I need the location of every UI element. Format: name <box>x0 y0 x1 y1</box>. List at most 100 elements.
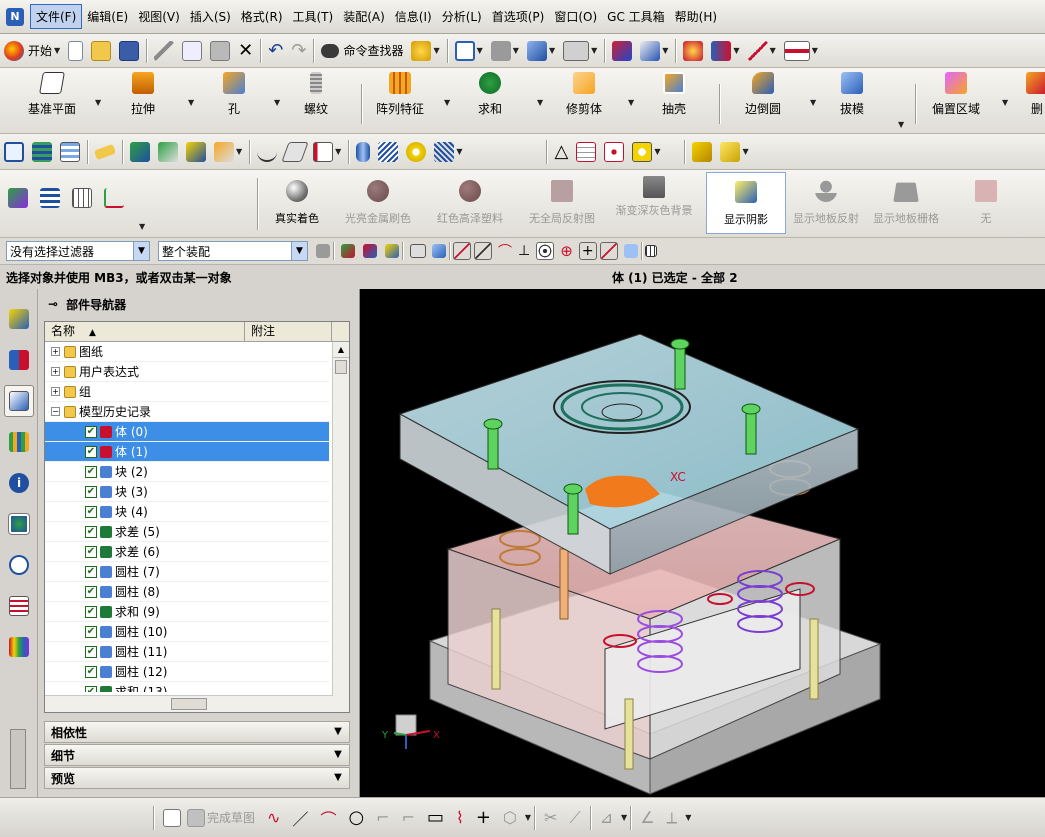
menu-info[interactable]: 信息(I) <box>390 5 437 28</box>
tool-3-button[interactable] <box>57 138 83 166</box>
save-button[interactable] <box>116 37 142 65</box>
assembly-filter-icon[interactable] <box>316 244 330 258</box>
hd3d-tools-tab[interactable]: i <box>4 467 34 499</box>
render-gradient-bg-button[interactable]: 渐变深灰色背景 <box>614 172 694 234</box>
sketch-icon[interactable] <box>163 808 181 827</box>
select-face-icon[interactable] <box>410 244 426 258</box>
open-button[interactable] <box>88 37 114 65</box>
background-button[interactable]: ▼ <box>560 37 600 65</box>
visibility-checkbox[interactable]: ✔ <box>85 625 97 638</box>
scroll-thumb[interactable] <box>335 360 347 374</box>
assembly-navigator-tab[interactable] <box>4 303 34 335</box>
dimension-constraint-icon[interactable]: ⟂ <box>667 808 678 828</box>
tool-7-button[interactable] <box>183 138 209 166</box>
history-item[interactable]: ✔ 体 (0) <box>45 422 329 442</box>
arc-icon[interactable]: ⌒ <box>320 806 336 830</box>
expand-toggle-icon[interactable]: − <box>51 407 60 416</box>
paste-button[interactable] <box>207 37 233 65</box>
render-none-button[interactable]: 无 <box>946 172 1026 234</box>
check-tool-icon[interactable] <box>8 188 28 208</box>
snap-face-point-icon[interactable] <box>623 244 638 258</box>
rectangle-icon[interactable]: ▭ <box>427 807 444 828</box>
tool-2-button[interactable] <box>29 138 55 166</box>
menu-window[interactable]: 窗口(O) <box>549 5 602 28</box>
datum-plane-button[interactable]: 基准平面 <box>22 72 82 128</box>
history-item[interactable]: ✔ 圆柱 (8) <box>45 582 329 602</box>
circle-icon[interactable]: ○ <box>348 807 364 828</box>
history-item[interactable]: ✔ 求差 (5) <box>45 522 329 542</box>
quick-extend-icon[interactable]: ⟋ <box>569 808 580 828</box>
command-finder-button[interactable]: 命令查找器 <box>318 37 406 65</box>
tool-6-button[interactable] <box>155 138 181 166</box>
menu-format[interactable]: 格式(R) <box>236 5 288 28</box>
history-item[interactable]: ✔ 圆柱 (10) <box>45 622 329 642</box>
visibility-checkbox[interactable]: ✔ <box>85 545 97 558</box>
rotate-view-button[interactable]: ▼ <box>488 37 522 65</box>
tool-18-button[interactable] <box>601 138 627 166</box>
column-note-header[interactable]: 附注 <box>245 322 332 341</box>
menu-analysis[interactable]: 分析(L) <box>437 5 487 28</box>
orient-view-button[interactable] <box>609 37 635 65</box>
trim-body-button[interactable]: 修剪体 <box>556 72 612 128</box>
edge-blend-button[interactable]: 边倒圆 <box>738 72 788 128</box>
hscroll-thumb[interactable] <box>171 698 207 710</box>
offset-region-button[interactable]: 偏置区域 <box>926 72 986 128</box>
gc-tool-button[interactable] <box>680 37 706 65</box>
graphics-window[interactable]: XC X Y <box>360 289 1045 797</box>
render-no-reflection-button[interactable]: 无全局反射图 <box>522 172 602 234</box>
tool-19-button[interactable]: ▼ <box>629 138 663 166</box>
type-filter-select[interactable]: 没有选择过滤器 ▼ <box>6 241 150 261</box>
history-tab[interactable] <box>4 549 34 581</box>
visibility-checkbox[interactable]: ✔ <box>85 585 97 598</box>
hole-button[interactable]: 孔 <box>214 72 254 128</box>
details-panel[interactable]: 细节 ▼ <box>44 744 350 766</box>
expand-toggle-icon[interactable]: + <box>51 387 60 396</box>
delete-button[interactable]: ✕ <box>235 37 256 65</box>
point-icon[interactable]: + <box>476 807 491 828</box>
tree-node[interactable]: + 用户表达式 <box>45 362 329 382</box>
unite-button[interactable]: 求和 <box>468 72 512 128</box>
visibility-checkbox[interactable]: ✔ <box>85 525 97 538</box>
tool-20-button[interactable] <box>689 138 715 166</box>
snap-midpoint-icon[interactable] <box>385 244 399 258</box>
process-studio-tab[interactable] <box>4 631 34 663</box>
render-floor-grid-button[interactable]: 显示地板栅格 <box>866 172 946 234</box>
column-name-header[interactable]: 名称 ▲ <box>45 322 245 341</box>
tool-10-button[interactable] <box>281 138 309 166</box>
visibility-checkbox[interactable]: ✔ <box>85 485 97 498</box>
snap-intersection-icon[interactable] <box>363 244 377 258</box>
tool-17-button[interactable] <box>573 138 599 166</box>
snap-line-2-icon[interactable] <box>474 242 492 260</box>
history-item[interactable]: ✔ 求差 (6) <box>45 542 329 562</box>
tool-14-button[interactable] <box>403 138 429 166</box>
snap-curve-icon[interactable]: ⌒ <box>498 241 512 261</box>
dependencies-panel[interactable]: 相依性 ▼ <box>44 721 350 743</box>
fillet-icon[interactable]: ⌐ <box>376 808 389 827</box>
tool-4-button[interactable] <box>92 138 118 166</box>
measure-distance-button[interactable]: ▼ <box>745 37 779 65</box>
tool-1-button[interactable] <box>1 138 27 166</box>
render-realistic-button[interactable]: 真实着色 <box>257 172 337 234</box>
tool-9-button[interactable] <box>254 138 280 166</box>
menu-insert[interactable]: 插入(S) <box>185 5 236 28</box>
snap-button[interactable]: ▼ <box>708 37 742 65</box>
tree-tool-icon[interactable] <box>40 188 60 208</box>
tree-node[interactable]: − 模型历史记录 <box>45 402 329 422</box>
history-item[interactable]: ✔ 块 (3) <box>45 482 329 502</box>
part-navigator-tab[interactable] <box>4 385 34 417</box>
profile-icon[interactable]: ∿ <box>267 808 280 827</box>
tool-12-button[interactable] <box>353 138 373 166</box>
history-item[interactable]: ✔ 圆柱 (11) <box>45 642 329 662</box>
visibility-checkbox[interactable]: ✔ <box>85 505 97 518</box>
visibility-checkbox[interactable]: ✔ <box>85 445 97 458</box>
snap-line-icon[interactable] <box>453 242 471 260</box>
tool-16-button[interactable]: △ <box>551 138 571 166</box>
reuse-library-tab[interactable] <box>4 426 34 458</box>
visibility-checkbox[interactable]: ✔ <box>85 465 97 478</box>
constraint-icon[interactable]: ⊿ <box>600 808 613 827</box>
chamfer-icon[interactable]: ⌐ <box>402 808 415 827</box>
menu-help[interactable]: 帮助(H) <box>670 5 722 28</box>
tool-13-button[interactable] <box>375 138 401 166</box>
geometric-constraint-icon[interactable]: ∠ <box>640 808 654 827</box>
extrude-button[interactable]: 拉伸 <box>118 72 168 128</box>
